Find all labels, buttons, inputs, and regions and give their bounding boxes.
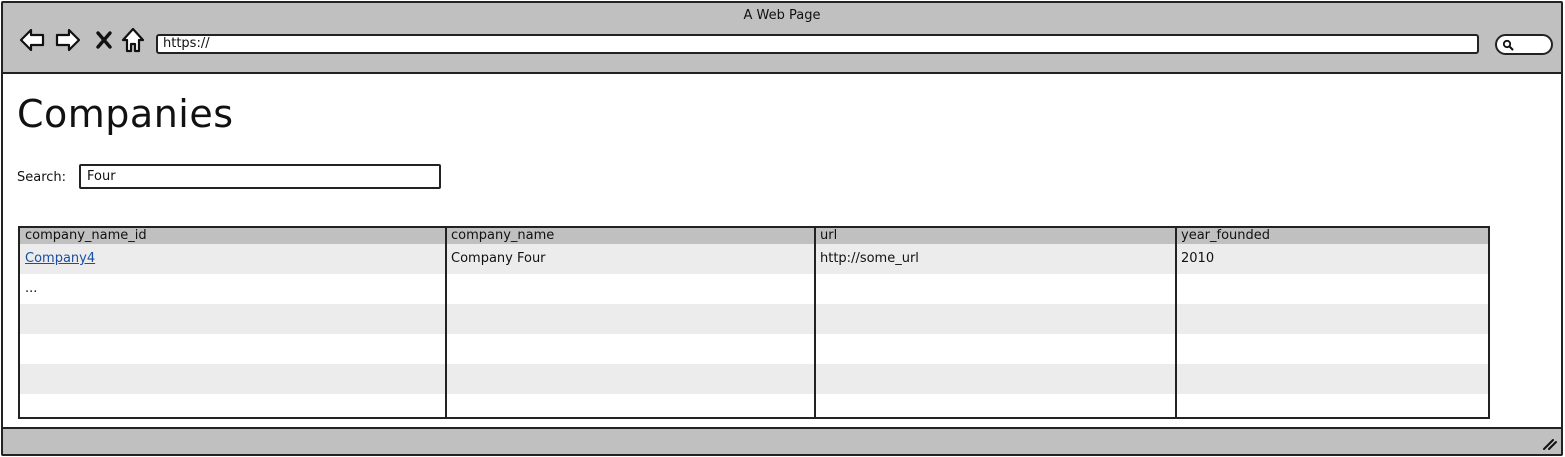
page-content: Companies Search: Four company_name_id c… [3, 76, 1561, 426]
column-divider [445, 228, 447, 417]
stop-button[interactable] [89, 25, 119, 55]
page-title: Companies [17, 92, 234, 136]
table-row-empty [20, 394, 1488, 417]
search-label: Search: [17, 170, 67, 185]
column-divider [814, 228, 816, 417]
forward-arrow-icon [55, 28, 81, 52]
browser-window: A Web Page https:// Companies Search: Fo… [1, 1, 1563, 456]
table-cell: http://some_url [820, 251, 919, 266]
column-header-year-founded[interactable]: year_founded [1176, 228, 1488, 244]
column-header-company-name[interactable]: company_name [446, 228, 815, 244]
companies-table: company_name_id company_name url year_fo… [18, 226, 1490, 419]
table-row[interactable]: ... [20, 274, 1488, 304]
address-bar[interactable]: https:// [156, 34, 1479, 54]
table-row-empty [20, 334, 1488, 364]
browser-search-button[interactable] [1495, 34, 1553, 55]
back-arrow-icon [19, 28, 45, 52]
status-bar [3, 427, 1561, 454]
forward-button[interactable] [53, 25, 83, 55]
search-input[interactable]: Four [79, 164, 441, 189]
table-row-empty [20, 364, 1488, 394]
table-row[interactable]: Company4 Company Four http://some_url 20… [20, 244, 1488, 274]
close-x-icon [96, 31, 112, 49]
back-button[interactable] [17, 25, 47, 55]
search-icon [1502, 39, 1514, 51]
company-id-link[interactable]: Company4 [20, 244, 446, 274]
table-cell: 2010 [1181, 251, 1215, 266]
home-button[interactable] [118, 25, 148, 55]
table-cell: Company Four [451, 251, 546, 266]
window-title: A Web Page [743, 8, 821, 23]
column-header-url[interactable]: url [815, 228, 1176, 244]
company-link[interactable]: Company4 [25, 251, 95, 266]
browser-chrome: A Web Page https:// [3, 3, 1561, 74]
home-icon [121, 27, 145, 53]
column-header-company-name-id[interactable]: company_name_id [20, 228, 446, 244]
table-row-empty [20, 304, 1488, 334]
table-header-row: company_name_id company_name url year_fo… [20, 228, 1488, 244]
column-divider [1175, 228, 1177, 417]
resize-grip-icon[interactable] [1541, 435, 1557, 451]
table-cell-ellipsis: ... [25, 281, 38, 296]
